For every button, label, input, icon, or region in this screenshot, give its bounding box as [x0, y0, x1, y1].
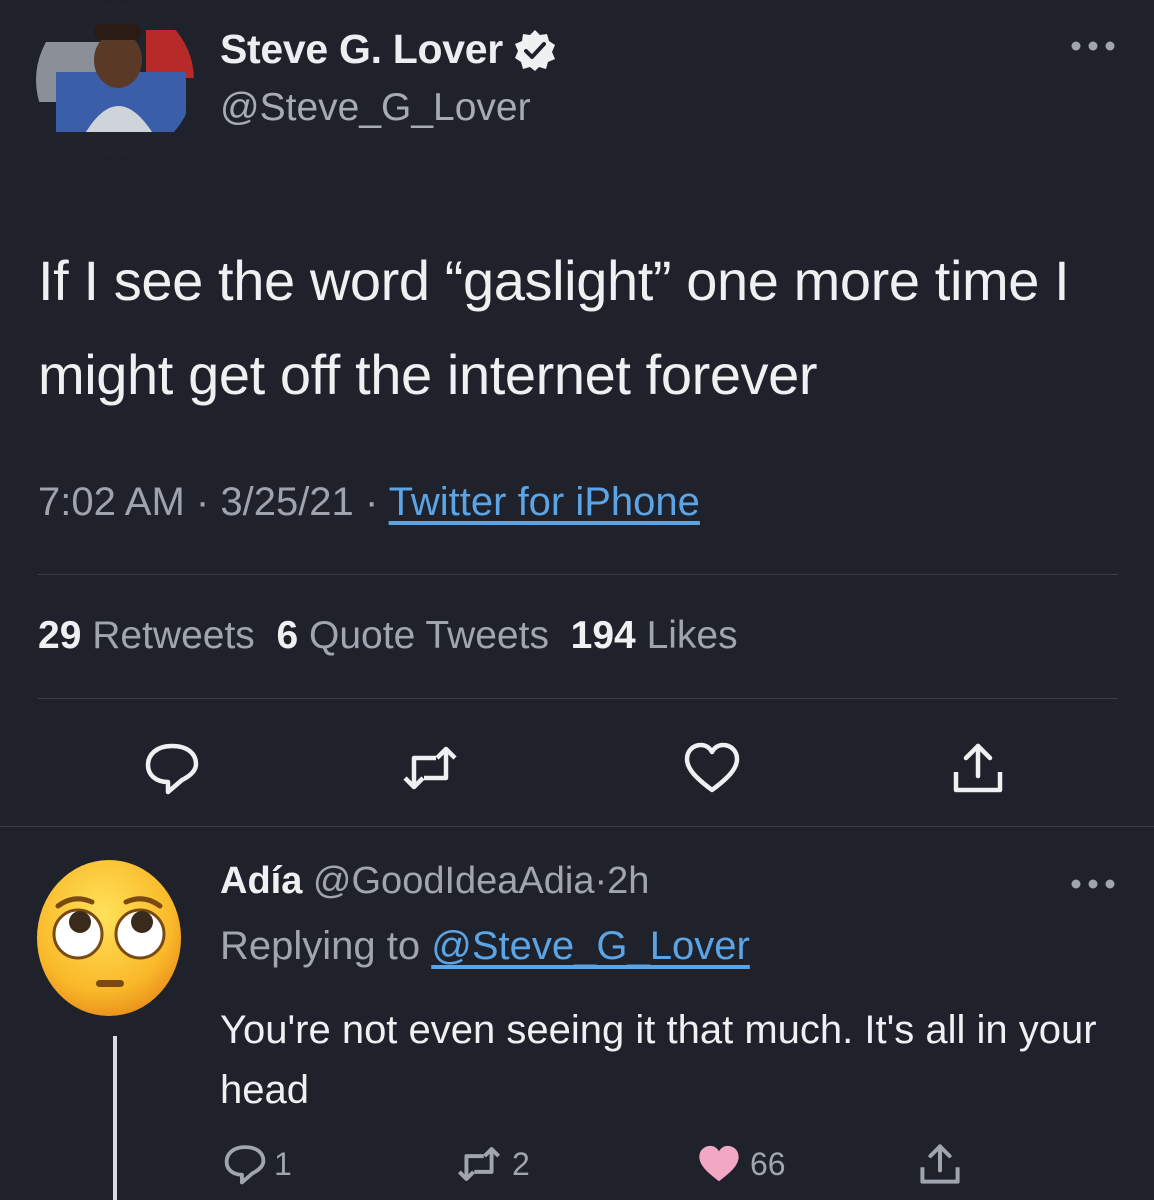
reply-icon[interactable]	[142, 740, 202, 796]
section-divider	[0, 826, 1154, 827]
divider	[38, 574, 1118, 575]
reply-author-name[interactable]: Adía	[220, 860, 302, 902]
avatar-photo	[36, 2, 194, 158]
reply-header: Adía @GoodIdeaAdia·2h	[220, 860, 649, 903]
quote-tweets-stat[interactable]: 6 Quote Tweets	[276, 614, 548, 657]
reply-text: You're not even seeing it that much. It'…	[220, 1008, 1097, 1112]
reply-separator: ·	[594, 860, 608, 902]
retweet-icon[interactable]	[400, 740, 460, 796]
tweet-metadata: 7:02 AM · 3/25/21 · Twitter for iPhone	[38, 480, 700, 525]
tweet-source-link[interactable]: Twitter for iPhone	[389, 480, 700, 524]
reply-more-options-icon[interactable]	[1068, 874, 1118, 894]
like-icon[interactable]	[682, 740, 742, 796]
tweet-stats: 29 Retweets 6 Quote Tweets 194 Likes	[38, 614, 738, 658]
reply-age: 2h	[607, 860, 650, 902]
more-options-icon[interactable]	[1068, 36, 1118, 56]
retweet-icon	[457, 1147, 501, 1181]
likes-stat[interactable]: 194 Likes	[571, 614, 738, 657]
quote-tweets-label: Quote Tweets	[309, 614, 549, 657]
replying-to-link[interactable]: @Steve_G_Lover	[431, 924, 750, 968]
tweet-date: 3/25/21	[220, 480, 354, 524]
tweet-time: 7:02 AM	[38, 480, 185, 524]
reply-reply-button[interactable]: 1	[222, 1140, 292, 1188]
reply-author-handle[interactable]: @GoodIdeaAdia	[313, 860, 595, 902]
meta-separator: ·	[364, 480, 379, 524]
replying-to-line: Replying to @Steve_G_Lover	[220, 924, 750, 969]
tweet-text: If I see the word “gaslight” one more ti…	[38, 249, 1070, 406]
likes-label: Likes	[646, 614, 738, 657]
reply-like-button[interactable]: 66	[694, 1140, 786, 1188]
author-name-row[interactable]: Steve G. Lover	[220, 26, 557, 73]
reply-avatar-rolling-eyes-emoji-icon[interactable]	[34, 858, 184, 1018]
reply-retweet-button[interactable]: 2	[452, 1140, 530, 1188]
author-display-name[interactable]: Steve G. Lover	[220, 26, 503, 73]
divider	[38, 698, 1118, 699]
reply-share-button[interactable]	[916, 1140, 964, 1188]
verified-badge-icon	[514, 29, 555, 71]
quote-tweets-count: 6	[276, 614, 299, 657]
reply-icon	[224, 1145, 266, 1185]
share-icon[interactable]	[948, 740, 1008, 796]
reply-replies-count: 1	[274, 1145, 292, 1182]
retweets-label: Retweets	[92, 614, 255, 657]
meta-separator: ·	[195, 480, 210, 524]
share-icon	[920, 1144, 960, 1184]
liked-heart-icon	[699, 1145, 739, 1182]
author-handle[interactable]: @Steve_G_Lover	[220, 86, 531, 130]
reply-retweets-count: 2	[512, 1145, 530, 1182]
retweets-stat[interactable]: 29 Retweets	[38, 614, 255, 657]
tweet-detail-screen: Steve G. Lover @Steve_G_Lover If I see t…	[0, 0, 1154, 1200]
retweets-count: 29	[38, 614, 82, 657]
replying-prefix: Replying to	[220, 924, 421, 968]
reply-likes-count: 66	[750, 1145, 786, 1182]
avatar[interactable]	[36, 2, 194, 158]
likes-count: 194	[570, 614, 636, 657]
thread-line	[113, 1036, 117, 1200]
